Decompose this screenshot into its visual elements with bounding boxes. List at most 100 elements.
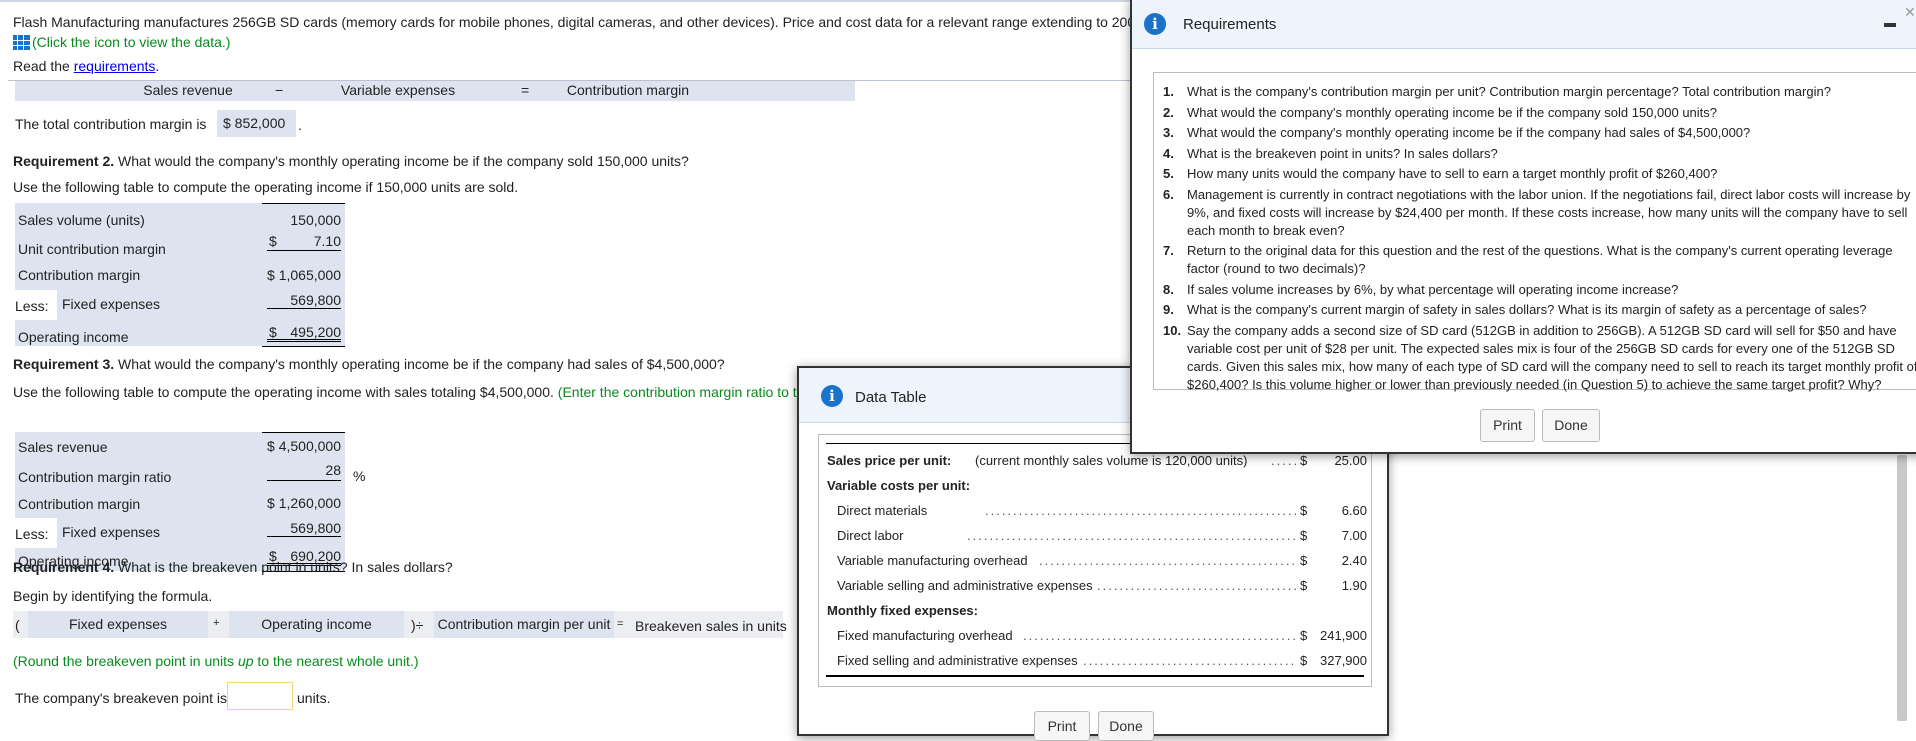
close-icon[interactable]: ✕ <box>1904 4 1916 21</box>
requirement-item: 1. What is the company's contribution mar… <box>1163 83 1916 101</box>
cm-input[interactable]: $ 1,260,000 <box>267 495 341 511</box>
table-row: Unit contribution margin $7.10 <box>18 233 341 257</box>
cm-ratio-input[interactable]: 28 <box>325 462 341 478</box>
req4-title: Requirement 4. What is the breakeven poi… <box>13 559 453 575</box>
requirement-number: 9. <box>1163 302 1174 317</box>
requirements-print-button[interactable]: Print <box>1480 409 1535 442</box>
formula-fixed-expenses[interactable]: Fixed expenses <box>28 611 208 638</box>
sales-volume-input[interactable]: 150,000 <box>290 212 341 228</box>
data-row: Variable costs per unit: <box>827 478 971 493</box>
requirement-text: What would the company's monthly operati… <box>1187 104 1718 120</box>
units-suffix: units. <box>297 690 331 706</box>
data-row: Variable manufacturing overhead.........… <box>837 553 1367 568</box>
info-icon: i <box>821 385 843 407</box>
requirement-number: 10. <box>1163 322 1182 338</box>
sales-revenue-input[interactable]: $ 4,500,000 <box>267 438 341 454</box>
requirements-dialog: i Requirements ✕ 1. What is the company's… <box>1130 0 1916 454</box>
table-row: Less: Fixed expenses 569,800 <box>15 518 345 548</box>
data-row: Sales price per unit: (current monthly sa… <box>827 453 1367 468</box>
requirement-text: What is the company's current margin of … <box>1187 302 1867 317</box>
formula-cm-per-unit[interactable]: Contribution margin per unit <box>434 611 614 638</box>
requirement-item: 5. How many units would the company have … <box>1163 165 1916 183</box>
table-row: Less: Fixed expenses 569,800 <box>15 290 345 320</box>
view-data-text: (Click the icon to view the data.) <box>32 34 231 50</box>
header-variable-expenses: Variable expenses <box>340 82 456 98</box>
requirement-text: What is the company's contribution margi… <box>1187 84 1831 99</box>
read-suffix: . <box>155 58 160 74</box>
requirements-dialog-header: i Requirements ✕ <box>1132 0 1916 49</box>
requirement-item: 9. What is the company's current margin o… <box>1163 301 1916 319</box>
formula-result: Breakeven sales in units <box>635 618 787 634</box>
header-equals: = <box>521 82 530 98</box>
requirement-item: 10. Say the company adds a second size of… <box>1163 322 1916 394</box>
table-row: Contribution margin ratio 28% <box>18 462 366 485</box>
minimize-icon[interactable] <box>1884 23 1896 27</box>
requirement-item: 3. What would the company's monthly opera… <box>1163 124 1916 142</box>
table-row: Contribution margin $ 1,260,000 <box>18 495 341 512</box>
requirement-text: Management is currently in contract nego… <box>1187 186 1911 238</box>
breakeven-units-input[interactable] <box>227 682 293 710</box>
table-grid-icon <box>13 35 30 50</box>
req3-table: Sales revenue $ 4,500,000 Contribution ma… <box>15 432 366 572</box>
req2-title: Requirement 2. What would the company's … <box>13 153 689 169</box>
requirement-number: 5. <box>1163 166 1174 181</box>
table-row: Operating income $495,200 <box>18 324 341 345</box>
req2-table: Sales volume (units) 150,000 Unit contrib… <box>15 203 345 347</box>
fixed-expenses-input[interactable]: 569,800 <box>290 520 341 536</box>
breakeven-formula-row: ( Fixed expenses + Operating income )÷ C… <box>13 611 787 638</box>
requirement-text: What would the company's monthly operati… <box>1187 125 1751 140</box>
read-requirements: Read the requirements. <box>13 58 159 74</box>
data-print-button[interactable]: Print <box>1034 711 1090 741</box>
operating-income-input[interactable]: 495,200 <box>290 324 341 340</box>
requirement-text: If sales volume increases by 6%, by what… <box>1187 281 1679 297</box>
requirement-number: 6. <box>1163 186 1174 202</box>
fixed-expenses-input[interactable]: 569,800 <box>290 292 341 308</box>
data-row: Fixed selling and administrative expense… <box>837 653 1367 668</box>
data-done-button[interactable]: Done <box>1098 711 1154 741</box>
requirement-item: 7. Return to the original data for this q… <box>1163 242 1916 278</box>
intro-text: Flash Manufacturing manufactures 256GB S… <box>13 14 1220 30</box>
total-cm-label: The total contribution margin is <box>15 116 207 132</box>
requirements-list-box: 1. What is the company's contribution mar… <box>1153 72 1916 392</box>
info-icon: i <box>1144 13 1166 35</box>
req3-instruction: Use the following table to compute the o… <box>13 384 863 400</box>
requirements-dialog-title: Requirements <box>1183 16 1277 33</box>
requirement-text: What is the breakeven point in units? In… <box>1187 145 1498 161</box>
requirement-item: 6. Management is currently in contract ne… <box>1163 186 1916 240</box>
total-cm-suffix: . <box>298 117 302 133</box>
requirement-number: 4. <box>1163 145 1174 161</box>
round-note: (Round the breakeven point in units up t… <box>13 653 419 669</box>
req2-instruction: Use the following table to compute the o… <box>13 179 519 195</box>
total-cm-value[interactable]: $ 852,000 <box>217 110 296 137</box>
requirements-list: 1. What is the company's contribution mar… <box>1163 83 1916 394</box>
unit-cm-input[interactable]: 7.10 <box>314 233 341 249</box>
header-minus: − <box>275 82 284 98</box>
table-row: Sales volume (units) 150,000 <box>18 212 341 228</box>
data-row: Fixed manufacturing overhead............… <box>837 628 1367 643</box>
requirement-number: 2. <box>1163 104 1174 120</box>
breakeven-answer-label: The company's breakeven point is <box>15 690 228 706</box>
requirements-link[interactable]: requirements <box>74 58 156 74</box>
data-row: Direct labor............................… <box>837 528 1367 543</box>
requirements-done-button[interactable]: Done <box>1542 409 1600 442</box>
requirement-item: 2. What would the company's monthly opera… <box>1163 104 1916 122</box>
header-contribution-margin: Contribution margin <box>566 82 690 98</box>
formula-operating-income[interactable]: Operating income <box>229 611 404 638</box>
table-row: Sales revenue $ 4,500,000 <box>18 438 341 455</box>
data-dialog-title: Data Table <box>855 389 927 406</box>
req4-instruction: Begin by identifying the formula. <box>13 588 213 604</box>
header-sales-revenue: Sales revenue <box>143 82 233 98</box>
data-row: Monthly fixed expenses: <box>827 603 978 618</box>
cm-header-row: Sales revenue − Variable expenses = Cont… <box>8 80 1138 101</box>
requirement-number: 3. <box>1163 125 1174 140</box>
data-table-box: Sales price per unit: (current monthly sa… <box>818 434 1372 687</box>
requirement-text: How many units would the company have to… <box>1187 166 1718 181</box>
requirement-number: 7. <box>1163 243 1174 258</box>
cm-input[interactable]: $ 1,065,000 <box>267 267 341 283</box>
page-scrollbar[interactable] <box>1897 455 1907 721</box>
req3-title: Requirement 3. What would the company's … <box>13 356 725 372</box>
data-row: Variable selling and administrative expe… <box>837 578 1367 593</box>
read-prefix: Read the <box>13 58 74 74</box>
view-data-link[interactable]: (Click the icon to view the data.) <box>13 34 230 50</box>
requirement-number: 1. <box>1163 84 1174 99</box>
